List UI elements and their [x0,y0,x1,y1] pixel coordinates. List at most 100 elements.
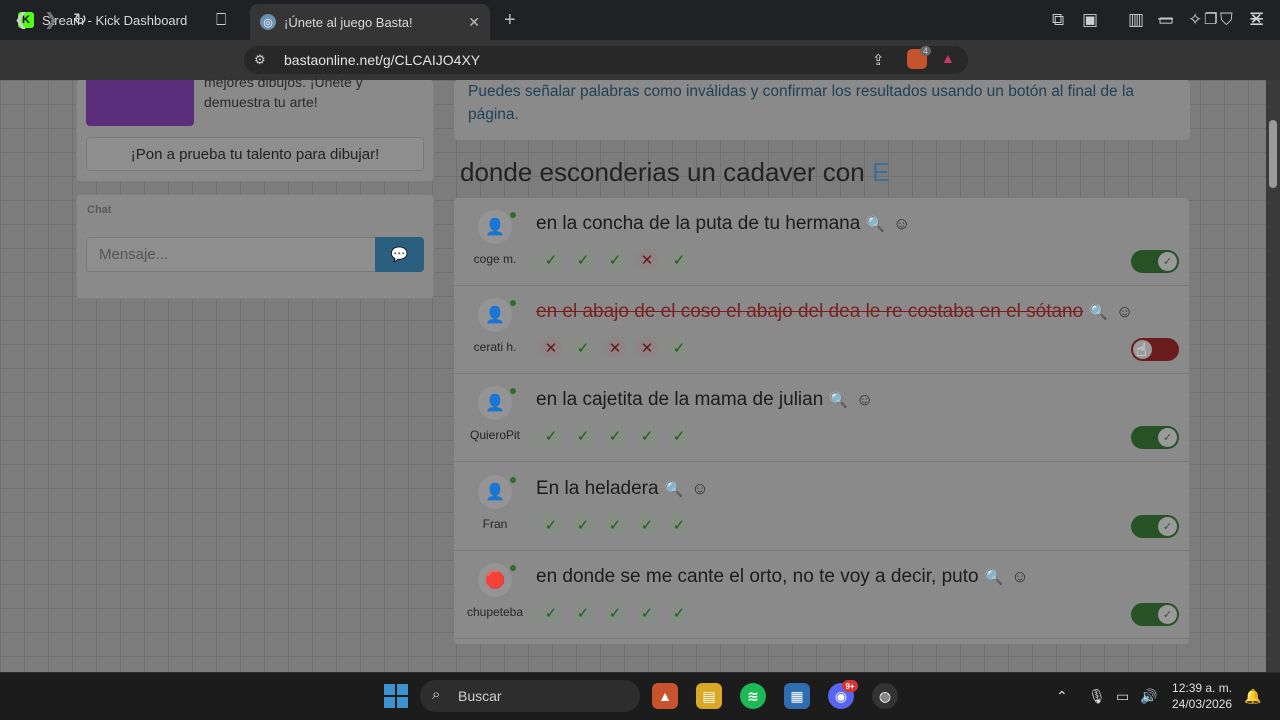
avatar-icon: 👤 [478,386,512,420]
search-icon[interactable]: 🔍 [829,391,848,409]
site-info-icon[interactable]: ⚙ [254,52,266,68]
file-explorer-icon[interactable]: ▤ [696,683,722,709]
avatar-icon: 👤 [478,298,512,332]
promo-image[interactable] [86,80,194,126]
close-tab-icon[interactable]: ✕ [468,14,480,31]
vote-valid-icon: ✓ [636,602,658,624]
search-icon[interactable]: 🔍 [985,568,1004,586]
vote-invalid-icon: ✕ [636,337,658,359]
store-icon[interactable]: ▦ [784,683,810,709]
volume-icon[interactable]: 🔊 [1140,688,1157,705]
question-title: donde esconderias un cadaver con E [460,157,889,188]
check-icon: ✓ [1158,605,1177,624]
vote-valid-icon: ✓ [668,425,690,447]
check-icon: ✓ [1158,517,1177,536]
player-name: QuieroPit [469,428,521,442]
vote-valid-icon: ✓ [572,425,594,447]
back-icon[interactable]: ❮ [14,10,28,30]
info-text: Puedes señalar palabras como inválidas y… [468,83,1135,123]
vote-invalid-icon: ✕ [636,249,658,271]
online-indicator [510,300,516,306]
add-reaction-icon[interactable]: ☺ [893,214,910,234]
votes: ✓ ✓ ✓ ✓ ✓ [540,602,690,624]
mouse-cursor-icon: ☝ [1136,340,1147,360]
validity-toggle[interactable]: ✓ [1131,250,1179,273]
clock[interactable]: 12:39 a. m. 24/03/2026 [1172,680,1232,712]
vote-valid-icon: ✓ [572,249,594,271]
vote-valid-icon: ✓ [668,249,690,271]
scrollbar-thumb[interactable] [1269,120,1277,188]
vote-valid-icon: ✓ [604,249,626,271]
extensions-icon[interactable]: ⧉ [1052,10,1064,30]
player-name: chupeteba [466,605,524,619]
taskbar-search[interactable]: Buscar [420,680,640,712]
answer-text-wrap: en donde se me cante el orto, no te voy … [536,566,1029,588]
chat-input[interactable]: Mensaje... [86,237,376,272]
online-indicator [510,388,516,394]
validity-toggle[interactable]: ✓ [1131,426,1179,449]
tray-chevron-icon[interactable]: ⌃ [1056,688,1068,705]
restore-icon[interactable]: ❐ [1204,10,1217,28]
add-reaction-icon[interactable]: ☺ [1116,302,1133,322]
votes: ✕ ✓ ✕ ✕ ✓ [540,337,690,359]
wallet-icon[interactable]: ▭ [1158,10,1174,30]
answer-text: en la concha de la puta de tu hermana [536,213,861,234]
answer-text: en donde se me cante el orto, no te voy … [536,566,979,587]
add-reaction-icon[interactable]: ☺ [856,390,873,410]
search-icon: ⌕ [432,686,441,703]
obs-icon[interactable]: ◍ [872,683,898,709]
menu-icon[interactable]: ☰ [1249,10,1264,30]
bookmark-icon[interactable]: ⎕ [216,10,226,30]
search-icon[interactable]: 🔍 [1089,303,1108,321]
clock-time: 12:39 a. m. [1172,681,1233,695]
answer-text-wrap: en la cajetita de la mama de julian 🔍 ☺ [536,389,873,411]
send-message-button[interactable]: 💬 [375,237,424,272]
brave-rewards-icon[interactable]: ▲ [941,50,955,66]
votes: ✓ ✓ ✓ ✓ ✓ [540,425,690,447]
reload-icon[interactable]: ↻ [73,10,87,30]
url-text[interactable]: bastaonline.net/g/CLCAIJO4XY [284,52,480,68]
question-letter: E [871,157,890,187]
leo-icon[interactable]: ✧ [1188,10,1202,30]
windows-start-icon[interactable] [384,684,408,708]
question-text: donde esconderias un cadaver con [460,157,865,187]
search-icon[interactable]: 🔍 [665,480,684,498]
add-reaction-icon[interactable]: ☺ [1011,567,1028,587]
answer-row: 👤 cerati h. en el abajo de el coso el ab… [454,286,1189,374]
avatar-icon: 🛑 [478,563,512,597]
tab-basta[interactable]: ◎ ¡Únete al juego Basta! ✕ [250,4,490,40]
reader-icon[interactable]: ▣ [1082,10,1098,30]
vote-valid-icon: ✓ [636,514,658,536]
answer-row: 👤 QuieroPit en la cajetita de la mama de… [454,374,1189,462]
player-name: Fran [482,517,508,531]
share-icon[interactable]: ⇪ [872,51,885,69]
network-icon[interactable]: ▭ [1116,688,1129,705]
search-icon[interactable]: 🔍 [866,215,885,233]
brave-app-icon[interactable]: ▲ [652,683,678,709]
answer-text-wrap: en la concha de la puta de tu hermana 🔍 ☺ [536,213,910,235]
sidebar-icon[interactable]: ▥ [1128,10,1144,30]
vote-valid-icon: ✓ [668,337,690,359]
check-icon: ✓ [1158,428,1177,447]
add-reaction-icon[interactable]: ☺ [691,479,708,499]
spotify-icon[interactable]: ≋ [740,683,766,709]
notifications-icon[interactable]: 🔔 [1244,688,1261,705]
clock-date: 24/03/2026 [1172,697,1233,711]
vote-valid-icon: ✓ [540,425,562,447]
vote-invalid-icon: ✕ [540,337,562,359]
forward-icon[interactable]: ❯ [44,10,58,30]
promo-button[interactable]: ¡Pon a prueba tu talento para dibujar! [86,137,424,171]
vote-valid-icon: ✓ [572,514,594,536]
tab-title: ¡Únete al juego Basta! [284,14,413,30]
validity-toggle[interactable]: ✓ [1131,515,1179,538]
microphone-icon[interactable]: 🎙 [1088,688,1106,705]
new-tab-icon[interactable]: + [504,9,516,32]
validity-toggle[interactable]: ✓ [1131,603,1179,626]
answer-text: En la heladera [536,478,659,499]
vpn-icon[interactable]: ⛉ [1220,10,1233,30]
tab-title: Stream - Kick Dashboard [42,12,188,28]
vote-valid-icon: ✓ [668,602,690,624]
player-name: coge m. [473,252,517,266]
vote-valid-icon: ✓ [540,514,562,536]
vote-valid-icon: ✓ [604,425,626,447]
